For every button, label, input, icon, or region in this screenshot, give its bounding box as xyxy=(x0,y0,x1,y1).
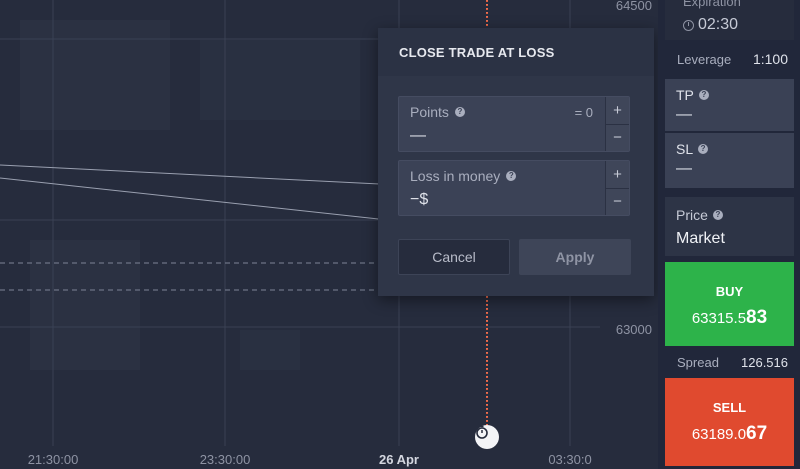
time-axis-label: 23:30:00 xyxy=(199,452,251,467)
apply-button[interactable]: Apply xyxy=(519,239,631,275)
price-value: Market xyxy=(676,230,725,247)
stop-loss-field[interactable]: SL ? — xyxy=(665,133,794,188)
sl-label: SL ? xyxy=(676,141,709,157)
leverage-row[interactable]: Leverage 1:100 xyxy=(665,46,794,72)
help-icon[interactable]: ? xyxy=(712,210,723,220)
points-equals: = 0 xyxy=(574,105,593,120)
buy-label: BUY xyxy=(715,284,744,299)
points-label: Points ? xyxy=(410,104,465,120)
time-axis-label: 26 Apr xyxy=(379,452,419,467)
help-icon[interactable]: ? xyxy=(506,171,517,181)
sell-label: SELL xyxy=(712,400,747,415)
tp-value: — xyxy=(676,106,692,123)
loss-in-money-input[interactable]: −$ xyxy=(410,191,428,209)
time-axis-label: 21:30:00 xyxy=(27,452,79,467)
price-axis-label: 64500 xyxy=(615,0,652,13)
price-selector[interactable]: Price ? Market xyxy=(665,197,794,256)
close-trade-at-loss-dialog: CLOSE TRADE AT LOSS Points ? = 0 — + − L… xyxy=(378,28,654,296)
clock-icon xyxy=(683,19,694,31)
loss-in-money-field[interactable]: Loss in money ? −$ + − xyxy=(398,160,630,216)
points-field[interactable]: Points ? = 0 — + − xyxy=(398,96,630,152)
time-axis-label: 03:30:0 xyxy=(548,452,592,467)
minus-button[interactable]: − xyxy=(606,124,629,151)
leverage-value: 1:100 xyxy=(752,51,788,67)
sell-price: 63189.067 xyxy=(691,423,768,444)
world-map-background xyxy=(20,20,360,370)
take-profit-field[interactable]: TP ? — xyxy=(665,79,794,131)
price-axis-label: 63000 xyxy=(615,322,652,337)
spread-value: 126.516 xyxy=(741,355,788,370)
sl-value: — xyxy=(676,160,692,177)
leverage-label: Leverage xyxy=(677,52,732,67)
sell-button[interactable]: SELL 63189.067 xyxy=(665,378,794,466)
plus-button[interactable]: + xyxy=(606,161,629,189)
dialog-title: CLOSE TRADE AT LOSS xyxy=(378,28,654,76)
tp-label: TP ? xyxy=(676,87,709,103)
buy-price: 63315.583 xyxy=(691,307,768,328)
expiration-value: 02:30 xyxy=(683,16,738,34)
money-stepper[interactable]: + − xyxy=(605,161,629,215)
buy-button[interactable]: BUY 63315.583 xyxy=(665,262,794,346)
help-icon[interactable]: ? xyxy=(698,90,709,100)
help-icon[interactable]: ? xyxy=(698,144,709,154)
trade-panel: Expiration 02:30 Leverage 1:100 TP ? — S… xyxy=(658,0,800,469)
plus-button[interactable]: + xyxy=(606,97,629,125)
help-icon[interactable]: ? xyxy=(454,107,465,117)
loss-in-money-label: Loss in money ? xyxy=(410,168,517,184)
price-label: Price ? xyxy=(676,207,723,223)
points-input[interactable]: — xyxy=(410,127,426,145)
spread-label: Spread xyxy=(677,355,719,370)
points-stepper[interactable]: + − xyxy=(605,97,629,151)
cancel-button[interactable]: Cancel xyxy=(398,239,510,275)
spread-row: Spread 126.516 xyxy=(665,352,794,372)
stopwatch-icon[interactable] xyxy=(475,425,499,449)
minus-button[interactable]: − xyxy=(606,188,629,215)
expiration-block[interactable]: Expiration 02:30 xyxy=(665,0,794,40)
expiration-label: Expiration xyxy=(683,0,741,9)
